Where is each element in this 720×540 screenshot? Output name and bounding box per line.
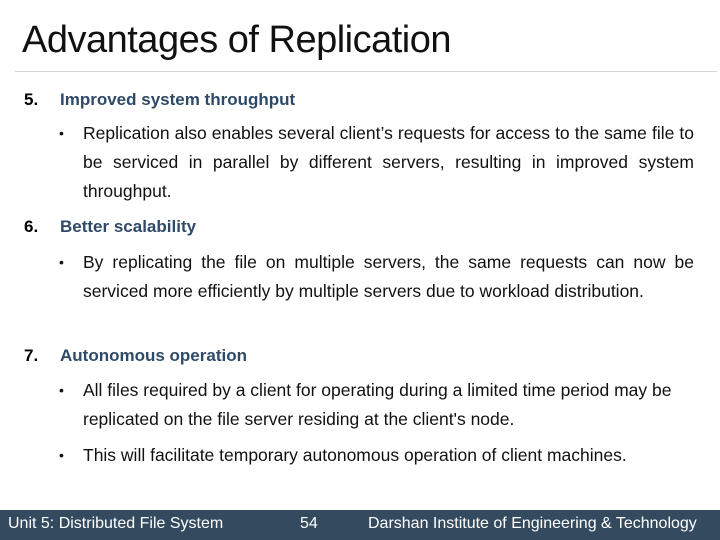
bullet-text: This will facilitate temporary autonomou… [83,445,627,465]
bullet-item: • Replication also enables several clien… [58,119,694,206]
title-divider [15,71,717,72]
section-number: 5. [24,90,39,109]
footer-institute: Darshan Institute of Engineering & Techn… [368,515,697,532]
section-label: Better scalability [60,217,197,236]
slide-title: Advantages of Replication [22,19,452,61]
section-number: 7. [24,346,39,365]
bullet-icon: • [59,382,64,398]
bullet-item: • All files required by a client for ope… [58,376,694,434]
section-number: 6. [24,217,39,236]
bullet-icon: • [59,447,64,463]
footer-page-number: 54 [300,515,318,532]
section-label: Improved system throughput [60,90,296,109]
bullet-text: All files required by a client for opera… [83,380,672,429]
bullet-item: • This will facilitate temporary autonom… [58,441,694,470]
footer-unit: Unit 5: Distributed File System [8,515,224,532]
bullet-icon: • [59,125,64,141]
bullet-text: Replication also enables several client’… [83,123,694,201]
bullet-text: By replicating the file on multiple serv… [83,252,694,301]
section-heading-7: 7. Autonomous operation [24,345,247,367]
section-label: Autonomous operation [60,346,247,365]
bullet-item: • By replicating the file on multiple se… [58,248,694,306]
section-heading-5: 5. Improved system throughput [24,89,295,111]
bullet-icon: • [59,254,64,270]
section-heading-6: 6. Better scalability [24,216,196,238]
slide-footer: Unit 5: Distributed File System 54 Darsh… [0,510,720,540]
